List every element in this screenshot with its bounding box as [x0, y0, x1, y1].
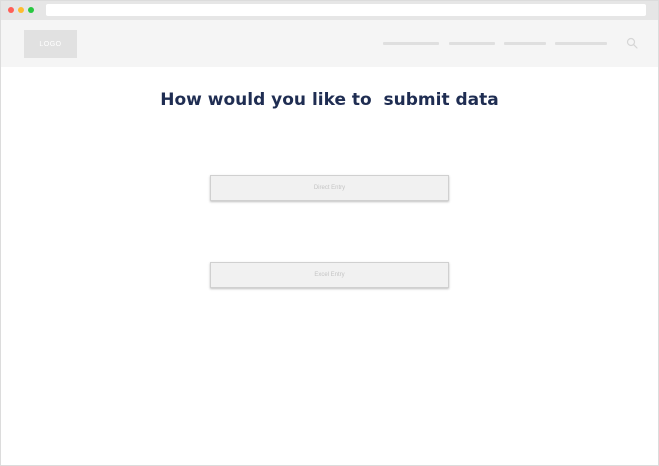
browser-window: LOGO How would you like to submit data D…: [0, 0, 659, 466]
logo[interactable]: LOGO: [24, 30, 77, 58]
nav-link-1[interactable]: [383, 42, 439, 45]
minimize-dot[interactable]: [18, 7, 24, 13]
page-title: How would you like to submit data: [160, 90, 499, 110]
search-icon[interactable]: [626, 37, 638, 49]
excel-entry-button[interactable]: Excel Entry: [210, 262, 449, 288]
nav-link-3[interactable]: [504, 42, 546, 45]
browser-toolbar: [1, 1, 658, 20]
nav-link-4[interactable]: [555, 42, 607, 45]
address-bar[interactable]: [46, 4, 646, 16]
close-dot[interactable]: [8, 7, 14, 13]
maximize-dot[interactable]: [28, 7, 34, 13]
site-header: LOGO: [1, 20, 658, 67]
direct-entry-button[interactable]: Direct Entry: [210, 175, 449, 201]
nav-link-2[interactable]: [449, 42, 495, 45]
